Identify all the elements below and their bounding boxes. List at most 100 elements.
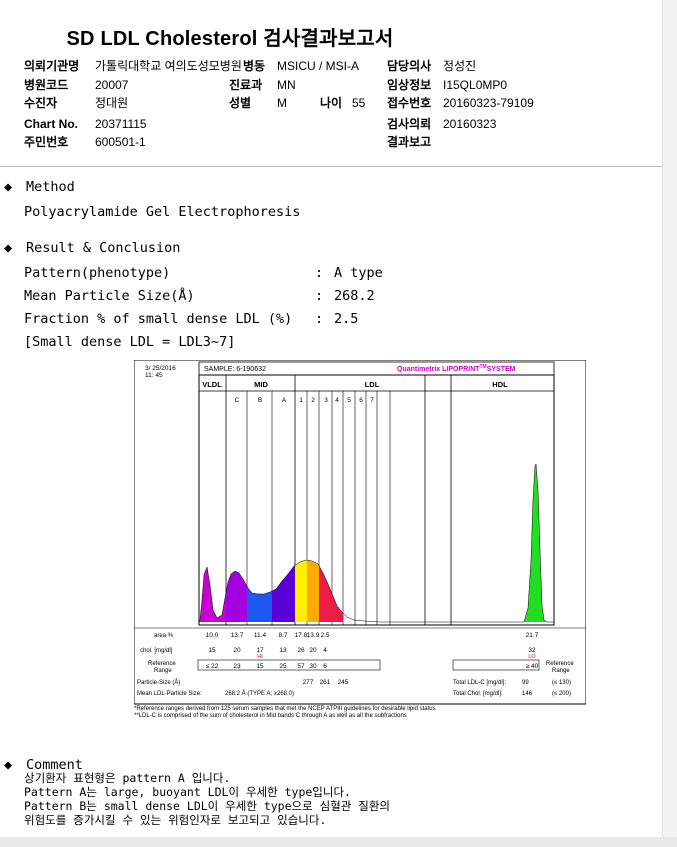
diamond-bullet-icon: ◆: [4, 240, 13, 256]
ref-value: 23: [233, 663, 241, 670]
diamond-bullet-icon: ◆: [4, 757, 13, 773]
ref-row-label-2: Range: [154, 668, 172, 674]
ref-value: 25: [279, 663, 287, 670]
ward-value: MSICU / MSI-A: [277, 59, 360, 73]
hospital-code-label: 병원코드: [24, 78, 69, 92]
mid-header: MID: [254, 380, 268, 389]
hdl-chol-value: 32: [528, 647, 536, 654]
chart-brand: Quantimetrix LIPOPRINTTMSYSTEM: [397, 364, 516, 373]
chart-date: 3/ 25/2016: [145, 365, 176, 372]
hospital-code-value: 20007: [95, 78, 129, 92]
footnote-2: **LDL-C is comprised of the sum of chole…: [134, 713, 407, 719]
diamond-bullet-icon: ◆: [4, 179, 13, 195]
chol-value: 15: [208, 647, 216, 654]
doctor-value: 정성진: [443, 59, 477, 73]
particle-size-label: Particle-Size (Å): [137, 679, 180, 686]
area-row-label: area %: [154, 633, 174, 639]
footnote-1: *Reference ranges derived from 125 serum…: [134, 706, 436, 712]
ref-value: 6: [323, 663, 327, 670]
chol-value: 26: [297, 647, 305, 654]
lo-flag: LO: [528, 654, 536, 660]
receipt-label: 접수번호: [387, 96, 432, 110]
size-value: 268.2: [334, 288, 375, 304]
size-label: Mean Particle Size(Å): [24, 288, 195, 304]
chol-row-label: chol. [mg/dl]: [140, 648, 173, 654]
pattern-label: Pattern(phenotype): [24, 265, 171, 281]
scrollbar[interactable]: [662, 0, 677, 847]
area-value: 10.0: [206, 632, 219, 639]
ref-row-label-1: Reference: [148, 661, 176, 667]
sub-band-label: 3: [324, 397, 328, 404]
age-label: 나이: [320, 96, 343, 110]
comment-text: 상기환자 표현형은 pattern A 입니다. Pattern A는 large…: [24, 771, 390, 827]
sub-band-label: 2: [311, 397, 315, 404]
hdl-area-value: 21.7: [526, 632, 539, 639]
particle-size-value: 245: [338, 679, 349, 686]
fraction-colon: :: [315, 311, 324, 327]
sub-band-label: C: [235, 397, 240, 404]
sub-band-label: 7: [370, 397, 374, 404]
chart-sample: SAMPLE: 6-190632: [204, 366, 266, 373]
clinic-label: 진료과: [229, 78, 263, 92]
report-title: SD LDL Cholesterol 검사결과보고서: [66, 28, 394, 50]
sub-band-label: 4: [335, 397, 339, 404]
bottom-bar: [0, 837, 677, 847]
particle-size-value: 277: [303, 679, 314, 686]
peak-ldl1: [295, 560, 307, 622]
receipt-value: 20160323-79109: [443, 96, 534, 110]
test-request-label: 검사의뢰: [387, 117, 432, 131]
clinical-info-label: 임상정보: [387, 78, 432, 92]
total-chol-value: 146: [522, 691, 533, 697]
chol-value: 20: [309, 647, 317, 654]
total-chol-ref: (≤ 200): [552, 691, 571, 697]
mean-size-value: 268.2 Å (TYPE A; ≥268.0): [225, 690, 294, 697]
rrn-label: 주민번호: [24, 135, 69, 149]
total-chol-label: Total Chol. [mg/dl]:: [453, 691, 503, 697]
ref-value: 15: [256, 663, 264, 670]
sex-label: 성별: [229, 96, 252, 110]
ref-right-label-2: Range: [552, 668, 570, 674]
method-heading: ◆ Method: [4, 179, 75, 195]
particle-size-value: 261: [320, 679, 331, 686]
institution-label: 의뢰기관명: [24, 59, 80, 73]
chol-value: 13: [279, 647, 287, 654]
total-ldl-label: Total LDL-C [mg/dl]:: [453, 680, 506, 686]
sub-band-label: 1: [299, 397, 303, 404]
ref-value: ≤ 22: [206, 663, 219, 670]
area-value: 2.5: [320, 632, 329, 639]
ref-right-label-1: Reference: [546, 661, 574, 667]
peak-ldl2: [307, 560, 319, 622]
clinical-info-value: I15QL0MP0: [443, 78, 508, 92]
chol-value: 4: [323, 647, 327, 654]
chart-frame: [134, 360, 586, 705]
method-text: Polyacrylamide Gel Electrophoresis: [24, 204, 301, 220]
patient-label: 수진자: [24, 96, 58, 110]
total-ldl-ref: (≤ 130): [552, 680, 571, 686]
pattern-colon: :: [315, 265, 324, 281]
sub-band-label: B: [258, 397, 262, 404]
mean-size-label: Mean LDL-Particle Size:: [137, 691, 202, 697]
institution-value: 가톨릭대학교 여의도성모병원: [95, 59, 242, 73]
chart-time: 11: 45: [145, 372, 163, 379]
pattern-value: A type: [334, 265, 383, 281]
ward-label: 병동: [243, 59, 266, 73]
comment-line: 위험도를 증가시킬 수 있는 위험인자로 보고되고 있습니다.: [24, 813, 327, 827]
rrn-value: 600501-1: [95, 135, 146, 149]
chol-value: 20: [233, 647, 241, 654]
chol-value: 17: [256, 647, 264, 654]
ldl-note: [Small dense LDL = LDL3~7]: [24, 334, 236, 350]
fraction-label: Fraction % of small dense LDL (%): [24, 311, 293, 327]
hi-flag: HI: [257, 654, 263, 660]
ref-value: 30: [309, 663, 317, 670]
comment-line: Pattern A는 large, buoyant LDL이 우세한 type입…: [24, 785, 351, 799]
area-value: 13.7: [231, 632, 244, 639]
comment-line: Pattern B는 small dense LDL이 우세한 type으로 심…: [24, 799, 391, 813]
ref-value: 57: [297, 663, 305, 670]
hdl-ref-value: ≥ 40: [526, 663, 539, 670]
clinic-value: MN: [277, 78, 296, 92]
header-divider: [0, 166, 663, 167]
sub-band-label: 5: [347, 397, 351, 404]
vldl-header: VLDL: [202, 380, 222, 389]
test-request-value: 20160323: [443, 117, 497, 131]
sub-band-label: A: [282, 397, 287, 404]
